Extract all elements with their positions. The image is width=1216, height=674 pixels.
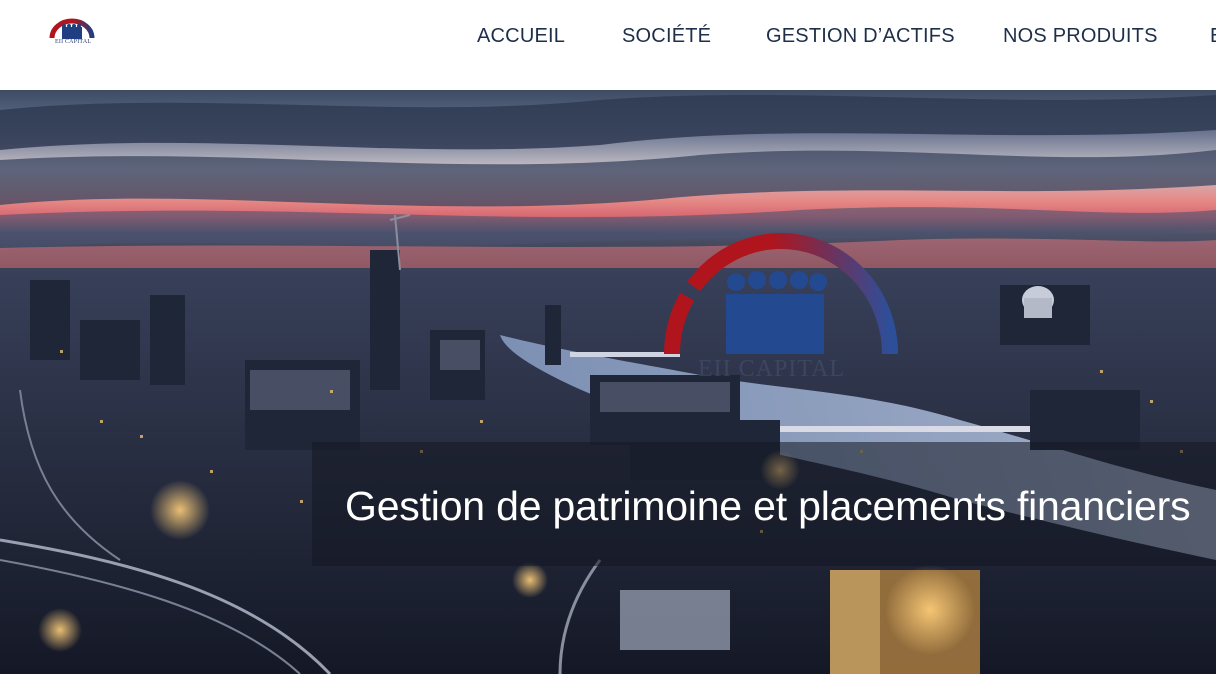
brand-logo[interactable]: EII CAPITAL	[48, 16, 96, 48]
nav-item-truncated[interactable]: E	[1210, 22, 1216, 50]
nav-item-gestion-actifs[interactable]: GESTION D’ACTIFS	[766, 22, 955, 50]
nav-item-societe[interactable]: SOCIÉTÉ	[622, 22, 711, 50]
hero-section: EII CAPITAL Gestion de patrimoine et pla…	[0, 90, 1216, 674]
logo-text: EII CAPITAL	[55, 39, 92, 45]
city-skyline-image	[0, 90, 1216, 674]
site-header: EII CAPITAL ACCUEIL SOCIÉTÉ GESTION D’AC…	[0, 0, 1216, 90]
hero-watermark-text: EII CAPITAL	[698, 356, 846, 382]
hero-emblem: EII CAPITAL	[650, 232, 910, 392]
nav-item-nos-produits[interactable]: NOS PRODUITS	[1003, 22, 1158, 50]
hero-headline: Gestion de patrimoine et placements fina…	[345, 483, 1191, 529]
nav-item-accueil[interactable]: ACCUEIL	[477, 22, 565, 50]
